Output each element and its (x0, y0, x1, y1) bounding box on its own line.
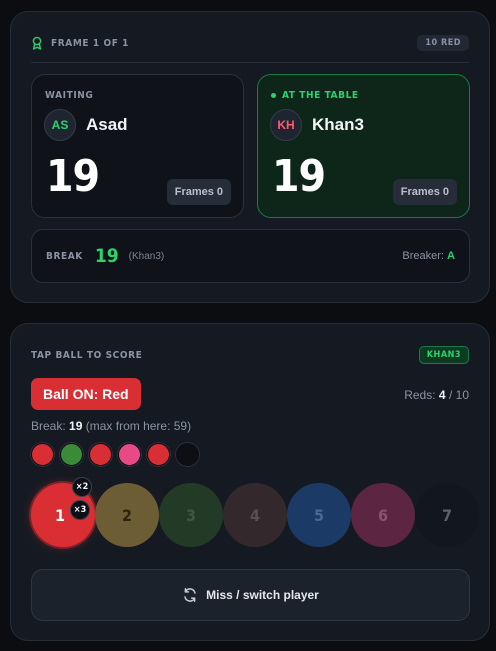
player-score: 19 (46, 151, 100, 202)
player-card-asad[interactable]: WAITING AS Asad 19 Frames 0 (31, 74, 244, 218)
sequence-ball (147, 443, 170, 466)
frame-card: FRAME 1 OF 1 10 RED WAITING AS Asad 19 F… (10, 11, 490, 303)
refresh-icon (184, 588, 196, 602)
reds-remaining-value: 4 (438, 388, 446, 402)
break-player: (Khan3) (128, 250, 165, 262)
ball-value: 2 (121, 505, 132, 525)
ball-3-button[interactable]: 3 (159, 483, 223, 547)
scoring-header: TAP BALL TO SCORE KHAN3 (31, 346, 469, 364)
break-line-label: Break: (31, 419, 66, 433)
player-score: 19 (272, 151, 326, 202)
player-status-text: AT THE TABLE (282, 90, 359, 101)
frames-won-pill: Frames 0 (392, 179, 457, 205)
break-max: (max from here: 59) (85, 419, 192, 433)
breaker-info: Breaker: A (402, 250, 455, 262)
sequence-ball (176, 443, 199, 466)
ball-value: 5 (313, 505, 324, 525)
header-divider (31, 62, 469, 63)
ball-6-button[interactable]: 6 (351, 483, 415, 547)
player-status-active: AT THE TABLE (271, 90, 359, 101)
award-icon (32, 36, 42, 50)
player-card-khan3[interactable]: AT THE TABLE KH Khan3 19 Frames 0 (257, 74, 470, 218)
reds-label: Reds: (404, 388, 436, 402)
avatar: AS (44, 109, 76, 141)
sequence-ball (31, 443, 54, 466)
reds-separator: / (448, 388, 453, 402)
frame-header: FRAME 1 OF 1 10 RED (31, 34, 469, 52)
current-player-badge: KHAN3 (418, 346, 469, 364)
miss-button-label: Miss / switch player (206, 588, 319, 602)
frame-label: FRAME 1 OF 1 (51, 37, 130, 49)
ball-picker: 1 ×2 ×3 2 3 4 5 6 7 (31, 477, 479, 547)
sequence-ball (60, 443, 83, 466)
reds-remaining: Reds: 4 / 10 (404, 388, 469, 402)
current-break-line: Break: 19 (max from here: 59) (31, 419, 191, 433)
miss-switch-button[interactable]: Miss / switch player (31, 569, 470, 621)
ball-2-button[interactable]: 2 (95, 483, 159, 547)
ball-on-indicator: Ball ON: Red (31, 378, 141, 410)
active-dot-icon (271, 93, 276, 98)
breaker-value: A (447, 250, 455, 262)
ball-value: 3 (185, 505, 196, 525)
player-name: Asad (86, 115, 128, 134)
ball-value: 1 (54, 505, 65, 525)
break-value: 19 (94, 245, 119, 267)
break-summary: BREAK 19 (Khan3) Breaker: A (31, 229, 470, 283)
break-sequence (31, 443, 199, 466)
frames-label: Frames (174, 186, 214, 198)
scoring-title: TAP BALL TO SCORE (31, 349, 143, 361)
ball-1-button[interactable]: 1 ×2 ×3 (31, 477, 95, 547)
ball-7-button[interactable]: 7 (415, 483, 479, 547)
frames-value: 0 (216, 186, 223, 198)
reds-count-badge: 10 RED (417, 35, 469, 51)
ball-value: 7 (441, 505, 452, 525)
multiplier-badge[interactable]: ×2 (72, 477, 92, 497)
ball-value: 6 (377, 505, 388, 525)
ball-value: 4 (249, 505, 260, 525)
breaker-label: Breaker: (402, 250, 444, 262)
reds-total: 10 (455, 388, 469, 402)
frames-label: Frames (400, 186, 440, 198)
ball-5-button[interactable]: 5 (287, 483, 351, 547)
player-status: WAITING (45, 90, 94, 101)
sequence-ball (118, 443, 141, 466)
ball-4-button[interactable]: 4 (223, 483, 287, 547)
break-label: BREAK (46, 250, 83, 262)
frames-value: 0 (442, 186, 449, 198)
player-name: Khan3 (312, 115, 364, 134)
scoring-card: TAP BALL TO SCORE KHAN3 Ball ON: Red Red… (10, 323, 490, 641)
break-line-value: 19 (69, 419, 83, 433)
frames-won-pill: Frames 0 (166, 179, 231, 205)
multiplier-badge[interactable]: ×3 (70, 500, 90, 520)
avatar: KH (270, 109, 302, 141)
sequence-ball (89, 443, 112, 466)
